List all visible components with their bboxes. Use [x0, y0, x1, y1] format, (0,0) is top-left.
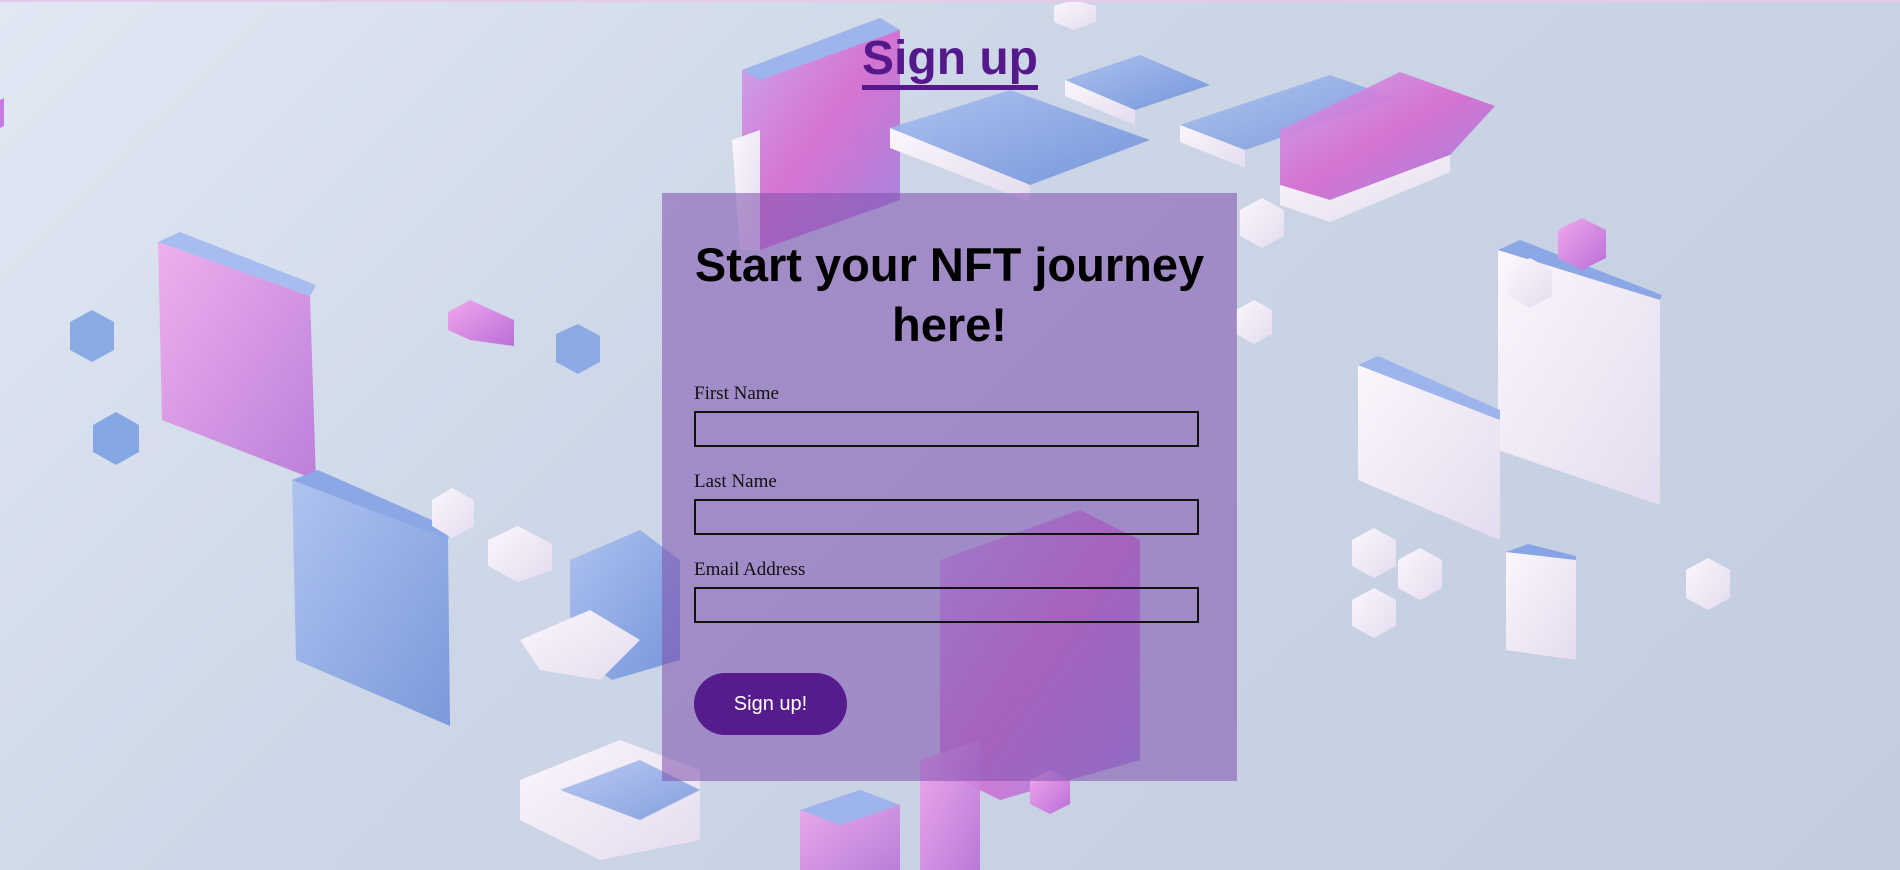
last-name-field-group: Last Name	[694, 471, 1205, 535]
first-name-input[interactable]	[694, 411, 1199, 447]
first-name-label: First Name	[694, 383, 779, 404]
last-name-input[interactable]	[694, 499, 1199, 535]
form-heading: Start your NFT journey here!	[694, 238, 1205, 351]
sign-up-link[interactable]: Sign up	[862, 32, 1038, 90]
top-border-line	[0, 0, 1900, 2]
email-field-group: Email Address	[694, 559, 1205, 623]
email-input[interactable]	[694, 587, 1199, 623]
email-label: Email Address	[694, 559, 806, 580]
sign-up-button[interactable]: Sign up!	[694, 673, 847, 735]
last-name-label: Last Name	[694, 471, 777, 492]
signup-form-panel: Start your NFT journey here! First Name …	[662, 193, 1237, 781]
first-name-field-group: First Name	[694, 383, 1205, 447]
page-title: Sign up	[0, 30, 1900, 90]
